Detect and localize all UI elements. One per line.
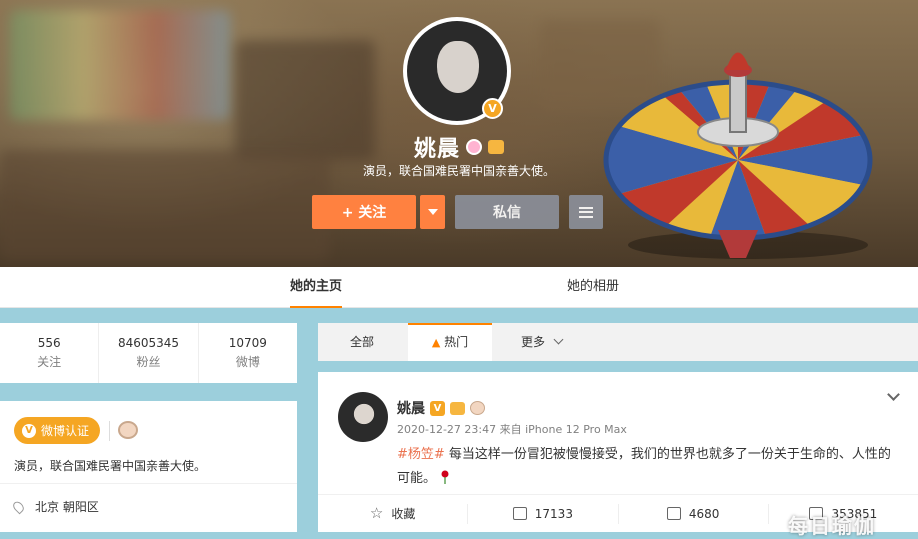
message-button[interactable]: 私信 (455, 195, 559, 229)
comment-button[interactable]: 4680 (619, 503, 769, 524)
stat-value: 84605345 (117, 336, 180, 350)
stat-posts[interactable]: 10709 微博 (199, 323, 297, 383)
repost-icon (512, 507, 527, 520)
location-text: 北京 朝阳区 (35, 500, 99, 514)
info-card: V 微博认证 演员，联合国难民署中国亲善大使。 北京 朝阳区 (0, 401, 297, 532)
repost-button[interactable]: 17133 (468, 503, 619, 524)
repost-count: 17133 (534, 506, 573, 521)
verified-icon: V (22, 423, 36, 438)
follow-button[interactable]: + 关注 (312, 195, 416, 229)
follow-dropdown-button[interactable] (420, 195, 445, 229)
post-meta: 2020-12-27 23:47 来自 iPhone 12 Pro Max (397, 423, 627, 436)
tab-home[interactable]: 她的主页 (290, 267, 343, 308)
post-author-name[interactable]: 姚晨 (397, 398, 425, 418)
favorite-button[interactable]: ☆ 收藏 (318, 503, 469, 524)
stat-label: 粉丝 (136, 355, 161, 369)
divider (0, 483, 297, 484)
profile-description: 演员，联合国难民署中国亲善大使。 (362, 164, 555, 178)
monkey-badge-icon[interactable] (118, 421, 138, 439)
feed-tab-more[interactable]: 更多 (521, 323, 564, 361)
tab-album[interactable]: 她的相册 (567, 267, 619, 308)
verified-icon: V (482, 98, 503, 119)
chevron-down-icon (553, 334, 564, 345)
monkey-badge-icon[interactable] (470, 401, 485, 415)
location-row: 北京 朝阳区 (11, 498, 99, 515)
feed-tab-bar: 全部 ▲ 热门 更多 (318, 323, 918, 361)
profile-name: 姚晨 (413, 137, 460, 162)
watermark: 每日瑜伽 (788, 514, 876, 538)
post-author-row: 姚晨 V (397, 398, 485, 418)
star-icon: ☆ (369, 504, 384, 522)
profile-name-row: 姚晨 (0, 131, 918, 163)
feed-tab-hot-label: 热门 (444, 335, 469, 349)
verification-badge[interactable]: V 微博认证 (14, 417, 100, 444)
feed-tab-hot[interactable]: ▲ 热门 (408, 323, 492, 361)
info-description: 演员，联合国难民署中国亲善大使。 (14, 459, 207, 473)
more-menu-button[interactable] (569, 195, 603, 229)
stats-card: 556 关注 84605345 粉丝 10709 微博 (0, 323, 297, 383)
fire-icon: ▲ (431, 336, 441, 349)
verification-label: 微博认证 (41, 424, 90, 438)
chevron-down-icon (427, 209, 438, 215)
feed-tab-more-label: 更多 (521, 335, 546, 349)
post-text: #杨笠# 每当这样一份冒犯被慢慢接受，我们的世界也就多了一份关于生命的、人性的可… (397, 443, 902, 491)
profile-tab-bar: 她的主页 她的相册 (0, 267, 918, 308)
comment-count: 4680 (688, 506, 720, 521)
stat-label: 关注 (37, 355, 62, 369)
stat-following[interactable]: 556 关注 (0, 323, 100, 383)
post-author-avatar[interactable] (338, 392, 388, 442)
post-card: 姚晨 V 2020-12-27 23:47 来自 iPhone 12 Pro M… (318, 372, 918, 532)
stat-label: 微博 (235, 355, 260, 369)
stat-followers[interactable]: 84605345 粉丝 (99, 323, 199, 383)
favorite-label: 收藏 (391, 507, 416, 521)
divider (109, 421, 110, 441)
topic-link[interactable]: #杨笠# (397, 447, 445, 462)
rose-icon (441, 470, 449, 484)
stat-value: 556 (37, 336, 61, 350)
verified-icon: V (430, 400, 445, 416)
post-menu-chevron-icon[interactable] (887, 388, 900, 401)
stat-value: 10709 (228, 336, 267, 350)
hamburger-icon (579, 206, 593, 218)
comment-icon (666, 507, 681, 520)
member-level-icon[interactable] (466, 139, 482, 155)
post-body: 每当这样一份冒犯被慢慢接受，我们的世界也就多了一份关于生命的、人性的可能。 (397, 447, 891, 486)
vip-crown-icon[interactable] (450, 401, 465, 415)
feed-tab-all[interactable]: 全部 (350, 323, 374, 361)
vip-crown-icon[interactable] (488, 140, 504, 154)
location-pin-icon (11, 499, 26, 514)
